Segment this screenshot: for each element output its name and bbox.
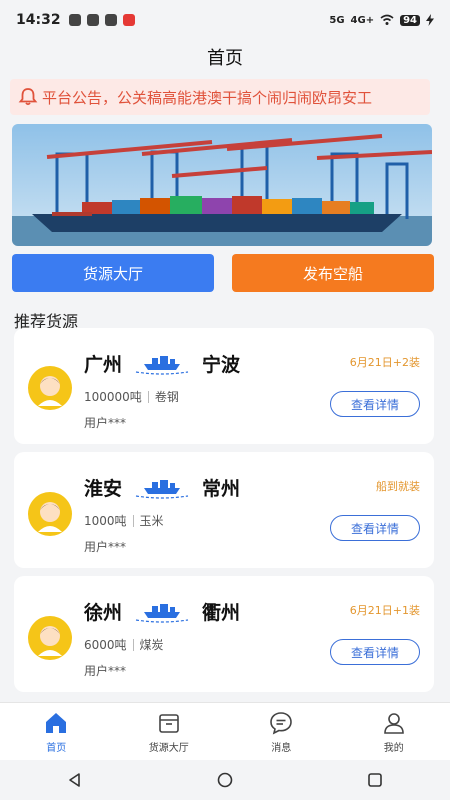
publisher-user: 用户*** [84,664,127,678]
tonnage: 1000吨 [84,514,127,528]
app-badge-icon [122,14,135,26]
home-icon [46,712,67,733]
loading-date-tag: 6月21日+2装 [349,356,420,369]
box-icon [158,713,179,733]
cargo-meta: 1000吨 玉米 [84,512,164,529]
signal-app-icon [104,14,117,26]
app-notification-icon [68,14,81,26]
cargo-card[interactable]: 淮安 常州 船到就装 1000吨 玉米 用户*** 查看详情 [14,452,434,568]
nav-profile-label: 我的 [383,742,404,754]
container-port-illustration [12,124,432,246]
message-icon [270,711,293,734]
route: 淮安 常州 [84,474,240,500]
cargo-meta: 6000吨 煤炭 [84,636,164,653]
avatar-icon [28,366,72,410]
publisher-user: 用户*** [84,416,127,430]
nav-home-label: 首页 [46,742,67,754]
announcement-bar[interactable]: 平台公告，公关稿高能港澳干搞个闹归闹欧昂安工 [10,79,430,115]
status-time: 14:32 [16,12,61,28]
nav-messages-label: 消息 [271,742,292,754]
bell-icon [18,88,38,106]
destination-city: 衢州 [202,601,241,624]
network-4g: 4G+ [350,14,375,26]
publisher-user: 用户*** [84,540,127,554]
loading-date-tag: 6月21日+1装 [349,604,420,617]
ship-icon [135,604,189,623]
nav-messages[interactable]: 消息 [225,703,338,760]
divider [132,514,134,527]
cloud-icon [86,14,99,26]
status-indicators: 5G 4G+ 94 [329,14,434,26]
cargo-type: 煤炭 [139,638,164,652]
publish-ship-button[interactable]: 发布空船 [232,254,434,292]
divider [147,390,149,403]
avatar-icon [28,616,72,660]
cargo-card[interactable]: 徐州 衢州 6月21日+1装 6000吨 煤炭 用户*** 查看详情 [14,576,434,692]
announcement-text: 平台公告，公关稿高能港澳干搞个闹归闹欧昂安工 [42,88,373,107]
nav-cargo-hall[interactable]: 货源大厅 [113,703,226,760]
port-banner-image[interactable] [12,124,432,246]
cargo-hall-button[interactable]: 货源大厅 [12,254,214,292]
nav-home[interactable]: 首页 [0,703,113,760]
back-icon[interactable] [66,771,84,789]
wifi-icon [380,14,394,25]
ship-icon [135,356,189,375]
destination-city: 宁波 [202,353,241,376]
cargo-type: 玉米 [139,514,164,528]
view-details-button[interactable]: 查看详情 [330,515,420,541]
status-bar: 14:32 5G 4G+ 94 [0,0,450,40]
destination-city: 常州 [202,477,241,500]
user-icon [383,712,404,734]
notification-icons [68,14,135,26]
battery-level: 94 [400,14,420,26]
divider [132,638,134,651]
origin-city: 淮安 [84,477,123,500]
avatar-icon [28,492,72,536]
system-nav-bar [0,760,450,800]
bottom-nav: 首页 货源大厅 消息 我的 [0,702,450,760]
view-details-button[interactable]: 查看详情 [330,639,420,665]
view-details-button[interactable]: 查看详情 [330,391,420,417]
cargo-card[interactable]: 广州 宁波 6月21日+2装 100000吨 卷钢 用户*** 查看详情 [14,328,434,444]
home-circle-icon[interactable] [216,771,234,789]
route: 徐州 衢州 [84,598,240,624]
nav-profile[interactable]: 我的 [338,703,450,760]
network-5g: 5G [329,14,345,26]
charging-icon [426,14,434,26]
loading-date-tag: 船到就装 [376,480,420,493]
cargo-type: 卷钢 [154,390,179,404]
tonnage: 6000吨 [84,638,127,652]
nav-cargo-hall-label: 货源大厅 [148,742,189,754]
recents-icon[interactable] [366,771,384,789]
ship-icon [135,480,189,499]
route: 广州 宁波 [84,350,240,376]
page-title: 首页 [207,48,243,69]
origin-city: 徐州 [84,601,123,624]
cargo-meta: 100000吨 卷钢 [84,388,179,405]
tonnage: 100000吨 [84,390,142,404]
origin-city: 广州 [84,353,123,376]
